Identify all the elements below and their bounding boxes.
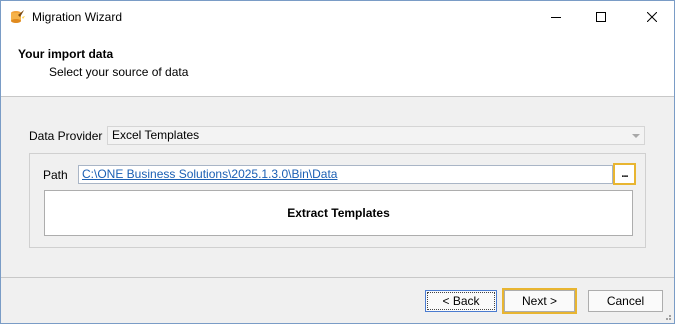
browse-button[interactable]: ... <box>613 163 636 185</box>
cancel-button[interactable]: Cancel <box>588 290 663 312</box>
path-label: Path <box>43 168 68 182</box>
data-provider-label: Data Provider <box>29 129 103 143</box>
migration-wizard-window: Migration Wizard Your import data Select… <box>0 0 675 324</box>
next-button[interactable]: Next > <box>502 288 577 314</box>
maximize-button[interactable] <box>578 1 623 32</box>
window-title: Migration Wizard <box>32 10 123 24</box>
minimize-icon <box>550 16 561 18</box>
close-icon <box>646 11 657 22</box>
data-provider-value: Excel Templates <box>112 128 200 142</box>
back-button[interactable]: < Back <box>425 290 497 312</box>
page-subtitle: Select your source of data <box>49 65 189 79</box>
path-field[interactable]: C:\ONE Business Solutions\2025.1.3.0\Bin… <box>78 165 613 184</box>
title-bar[interactable]: Migration Wizard <box>1 1 674 32</box>
extract-templates-button[interactable]: Extract Templates <box>44 190 633 236</box>
maximize-icon <box>595 11 606 22</box>
close-button[interactable] <box>629 1 674 32</box>
wizard-wand-icon <box>9 9 25 25</box>
chevron-down-icon <box>632 134 640 138</box>
resize-grip-icon[interactable] <box>662 311 672 321</box>
wizard-header: Your import data Select your source of d… <box>1 32 674 97</box>
page-title: Your import data <box>18 47 114 61</box>
footer-divider <box>1 277 674 278</box>
minimize-button[interactable] <box>533 1 578 32</box>
data-provider-select[interactable]: Excel Templates <box>107 126 645 145</box>
